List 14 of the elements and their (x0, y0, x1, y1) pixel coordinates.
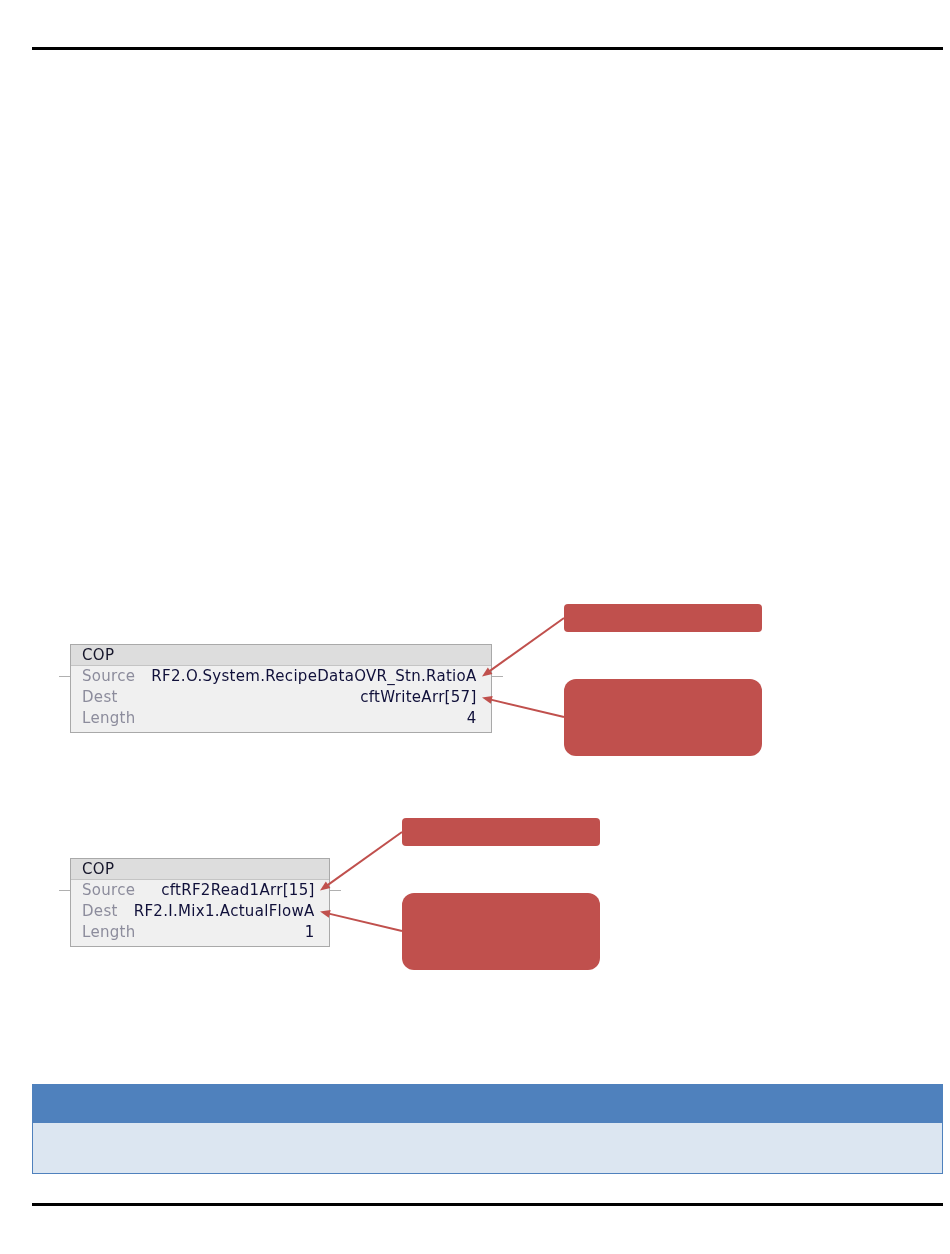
operand-label: Length (82, 922, 136, 943)
instruction-title: COP (71, 859, 329, 880)
operand-value: 4 (466, 708, 477, 729)
operand-label: Length (82, 708, 136, 729)
operand-value: 1 (304, 922, 315, 943)
operand-value: cftWriteArr[57] (360, 687, 477, 708)
operand-value: RF2.I.Mix1.ActualFlowA (133, 901, 315, 922)
operand-value: cftRF2Read1Arr[15] (161, 880, 315, 901)
operand-label: Source (82, 880, 136, 901)
instruction-title: COP (71, 645, 491, 666)
operand-label: Dest (82, 901, 118, 922)
operand-value: RF2.O.System.RecipeDataOVR_Stn.RatioA (151, 666, 477, 687)
operand-label: Source (82, 666, 136, 687)
operand-label: Dest (82, 687, 118, 708)
